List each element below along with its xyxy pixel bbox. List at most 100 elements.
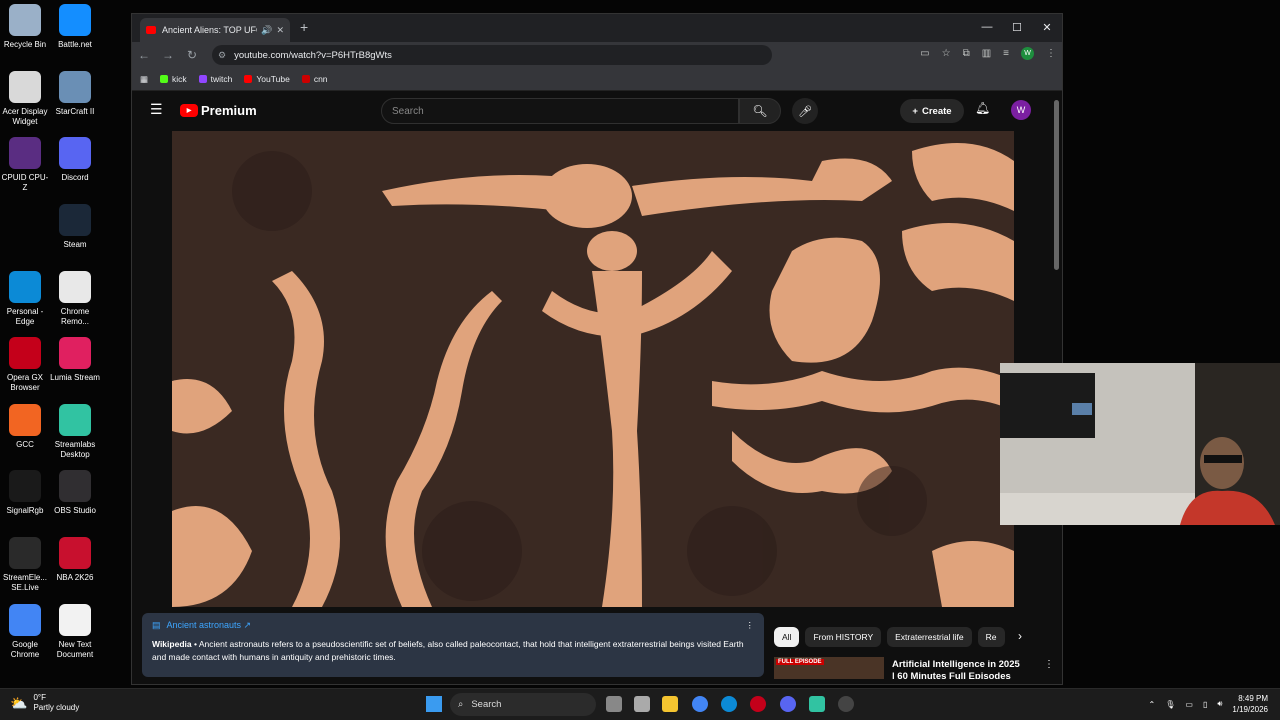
extensions-icon[interactable]: ⧉ — [963, 48, 970, 59]
desktop-icon-label: GCC — [16, 440, 34, 449]
search-button[interactable]: 🔍︎ — [739, 98, 781, 124]
reload-icon[interactable]: ↻ — [180, 48, 204, 62]
desktop-icon[interactable]: Streamlabs Desktop — [50, 404, 100, 460]
video-options-icon[interactable]: ⋮ — [1044, 659, 1054, 670]
bookmark-twitch[interactable]: twitch — [198, 74, 232, 84]
desktop-icon[interactable]: New Text Document — [50, 604, 100, 660]
edge-taskbar-icon[interactable] — [721, 696, 737, 712]
create-button[interactable]: + Create — [900, 99, 964, 123]
start-icon[interactable] — [426, 696, 442, 712]
file-explorer-icon[interactable] — [662, 696, 678, 712]
desktop-icon[interactable]: Chrome Remo... — [50, 271, 100, 327]
notifications-bell-icon[interactable]: 🔔︎ — [975, 101, 990, 115]
taskbar-search[interactable]: ⌕ Search — [450, 693, 596, 716]
desktop-icon[interactable]: CPUID CPU-Z — [0, 137, 50, 193]
media-icon[interactable]: ≡ — [1003, 48, 1009, 59]
desktop-icon[interactable]: Lumia Stream — [50, 337, 100, 383]
profile-avatar[interactable]: W — [1021, 47, 1034, 60]
app-icon — [59, 204, 91, 236]
more-options-icon[interactable]: ⋮ — [746, 619, 755, 632]
app-icon — [9, 137, 41, 169]
wiki-title-link[interactable]: Ancient astronauts ↗ — [167, 619, 252, 632]
chevron-right-icon[interactable]: › — [1018, 629, 1022, 643]
weather-widget[interactable]: ⛅ 0°F Partly cloudy — [10, 693, 79, 713]
desktop-icon[interactable]: OBS Studio — [50, 470, 100, 516]
speaker-icon[interactable]: 🔊 — [261, 25, 272, 36]
desktop-icon[interactable]: StarCraft II — [50, 71, 100, 117]
opera-taskbar-icon[interactable] — [750, 696, 766, 712]
site-info-icon[interactable]: ⚙ — [218, 50, 226, 61]
taskview-icon[interactable] — [606, 696, 622, 712]
desktop-icon[interactable]: Acer Display Widget — [0, 71, 50, 127]
battery-icon[interactable]: ▭ — [1185, 700, 1193, 709]
desktop-icon[interactable]: SignalRgb — [0, 470, 50, 516]
desktop-icon[interactable]: Discord — [50, 137, 100, 183]
desktop-icon[interactable]: Battle.net — [50, 4, 100, 50]
desktop-icon[interactable]: StreamEle... SE.Live — [0, 537, 50, 593]
twitch-icon — [198, 75, 207, 83]
back-icon[interactable]: ← — [132, 48, 156, 62]
widgets-icon[interactable] — [634, 696, 650, 712]
star-icon[interactable]: ☆ — [942, 48, 951, 59]
search-input[interactable]: Search — [381, 98, 739, 124]
close-window-icon[interactable]: ✕ — [1032, 14, 1062, 40]
desktop-icon[interactable]: Personal - Edge — [0, 271, 50, 327]
recommended-video[interactable]: FULL EPISODE Artificial Intelligence in … — [774, 657, 1056, 679]
hamburger-menu-icon[interactable]: ☰ — [150, 101, 163, 118]
wiki-text: Wikipedia • Ancient astronauts refers to… — [152, 638, 754, 664]
maximize-icon[interactable]: ☐ — [1002, 14, 1032, 40]
desktop-icon-label: Opera GX Browser — [6, 373, 43, 392]
wiki-source: Wikipedia — [152, 639, 192, 649]
cast-icon[interactable]: ▭ — [920, 48, 929, 59]
clock[interactable]: 8:49 PM 1/19/2026 — [1232, 693, 1268, 715]
chip-more[interactable]: Re — [977, 627, 1005, 647]
voice-search-icon[interactable]: 🎤︎ — [792, 98, 818, 124]
discord-taskbar-icon[interactable] — [780, 696, 796, 712]
desktop-icon[interactable]: NBA 2K26 — [50, 537, 100, 583]
desktop-icon-label: Recycle Bin — [3, 40, 47, 49]
chip-extraterrestrial-life[interactable]: Extraterrestrial life — [887, 627, 972, 647]
desktop-icon-label: Personal - Edge — [6, 307, 44, 326]
chip-all[interactable]: All — [774, 627, 800, 647]
full-episode-badge: FULL EPISODE — [776, 659, 824, 665]
bookmark-cnn[interactable]: cnn — [301, 74, 328, 84]
tab-title: Ancient Aliens: TOP UFO M — [162, 25, 257, 35]
tab-youtube[interactable]: Ancient Aliens: TOP UFO M 🔊 ✕ — [140, 18, 290, 42]
network-icon[interactable]: ▯ — [1203, 700, 1207, 709]
desktop-icon[interactable]: GCC — [0, 404, 50, 450]
kick-icon — [160, 75, 169, 83]
volume-icon[interactable]: 🔊︎ — [1217, 699, 1222, 709]
new-tab-icon[interactable]: + — [300, 19, 308, 35]
lumia-taskbar-icon[interactable] — [838, 696, 854, 712]
desktop-icon[interactable]: Steam — [50, 204, 100, 250]
apps-icon[interactable]: ▦ — [140, 74, 148, 85]
forward-icon[interactable]: → — [156, 48, 180, 62]
bookmark-youtube[interactable]: YouTube — [244, 74, 290, 84]
youtube-logo[interactable]: ▶ Premium — [180, 103, 257, 118]
app-icon — [9, 537, 41, 569]
bookmarks-bar: ▦ kick twitch YouTube cnn — [132, 68, 1062, 91]
desktop-icon-label: StreamEle... SE.Live — [2, 573, 47, 592]
minimize-icon[interactable]: — — [972, 14, 1002, 40]
desktop-icon[interactable]: Recycle Bin — [0, 4, 50, 50]
account-avatar[interactable]: W — [1011, 100, 1031, 120]
bookmark-kick[interactable]: kick — [160, 74, 187, 84]
video-player[interactable]: H — [172, 131, 1014, 607]
app-icon — [59, 71, 91, 103]
sidepanel-icon[interactable]: ▥ — [982, 48, 991, 59]
chip-from-history[interactable]: From HISTORY — [805, 627, 882, 647]
address-bar[interactable]: ⚙ youtube.com/watch?v=P6HTrB8gWts — [212, 45, 772, 65]
menu-icon[interactable]: ⋮ — [1046, 48, 1056, 59]
chrome-taskbar-icon[interactable] — [692, 696, 708, 712]
mic-icon[interactable]: 🎙︎ — [1165, 700, 1175, 709]
desktop-icon[interactable]: Google Chrome — [0, 604, 50, 660]
youtube-play-icon: ▶ — [180, 104, 198, 117]
app-icon — [59, 4, 91, 36]
desktop-icon[interactable]: Opera GX Browser — [0, 337, 50, 393]
scrollbar-thumb[interactable] — [1054, 100, 1059, 270]
app-icon — [9, 470, 41, 502]
streamlabs-taskbar-icon[interactable] — [809, 696, 825, 712]
desktop-icon-label: StarCraft II — [55, 107, 95, 116]
chevron-up-icon[interactable]: ⌃ — [1149, 700, 1156, 709]
close-tab-icon[interactable]: ✕ — [276, 25, 284, 36]
